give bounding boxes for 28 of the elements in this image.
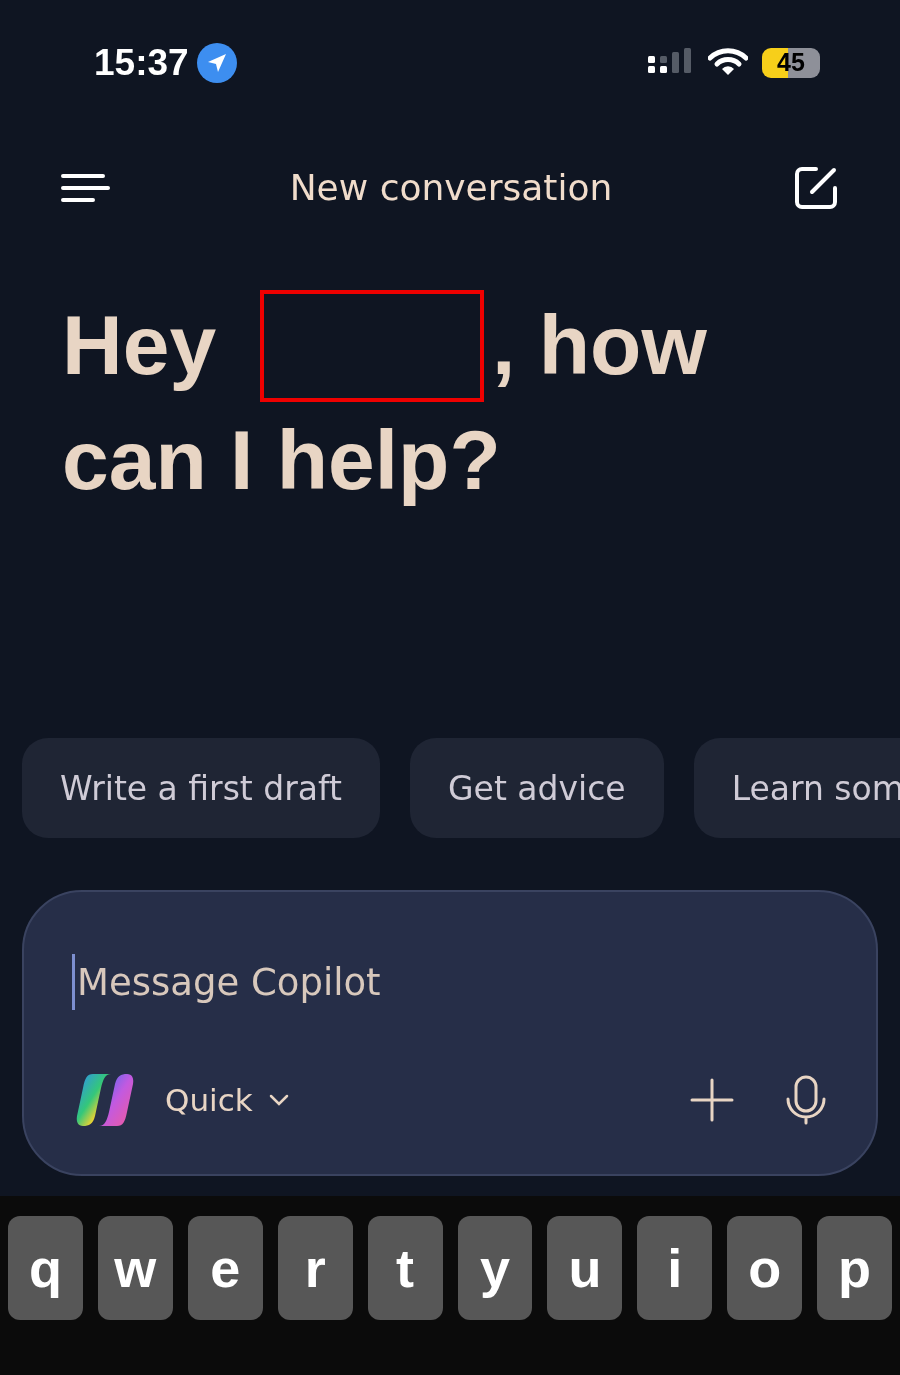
keyboard-key[interactable]: t [367,1216,443,1320]
keyboard-key[interactable]: i [637,1216,713,1320]
keyboard-key[interactable]: e [187,1216,263,1320]
keyboard-key[interactable]: u [547,1216,623,1320]
status-time: 15:37 [94,41,189,84]
message-input[interactable]: Message Copilot [77,960,677,1004]
chevron-down-icon [268,1094,289,1106]
wifi-icon [708,47,748,78]
add-button[interactable] [690,1078,734,1122]
microphone-icon [784,1075,828,1125]
keyboard-key[interactable]: o [727,1216,803,1320]
microphone-button[interactable] [784,1075,828,1125]
location-icon [196,42,237,83]
keyboard-key[interactable]: q [8,1216,83,1320]
greeting-text: , how [492,297,707,394]
mode-selector[interactable]: Quick [165,1082,289,1118]
greeting-text: can I help? [62,412,501,509]
keyboard-key[interactable]: y [457,1216,533,1320]
keyboard-key[interactable]: w [97,1216,173,1320]
keyboard-key[interactable]: p [817,1216,893,1320]
suggestion-chip[interactable]: Get advice [410,738,664,838]
greeting-text: Hey [62,297,217,394]
keyboard-key[interactable]: r [277,1216,353,1320]
header-title: New conversation [289,167,613,208]
copilot-logo-icon [75,1072,135,1128]
text-cursor [72,954,75,1010]
plus-icon [690,1078,734,1122]
suggestion-chip[interactable]: Write a first draft [22,738,380,838]
